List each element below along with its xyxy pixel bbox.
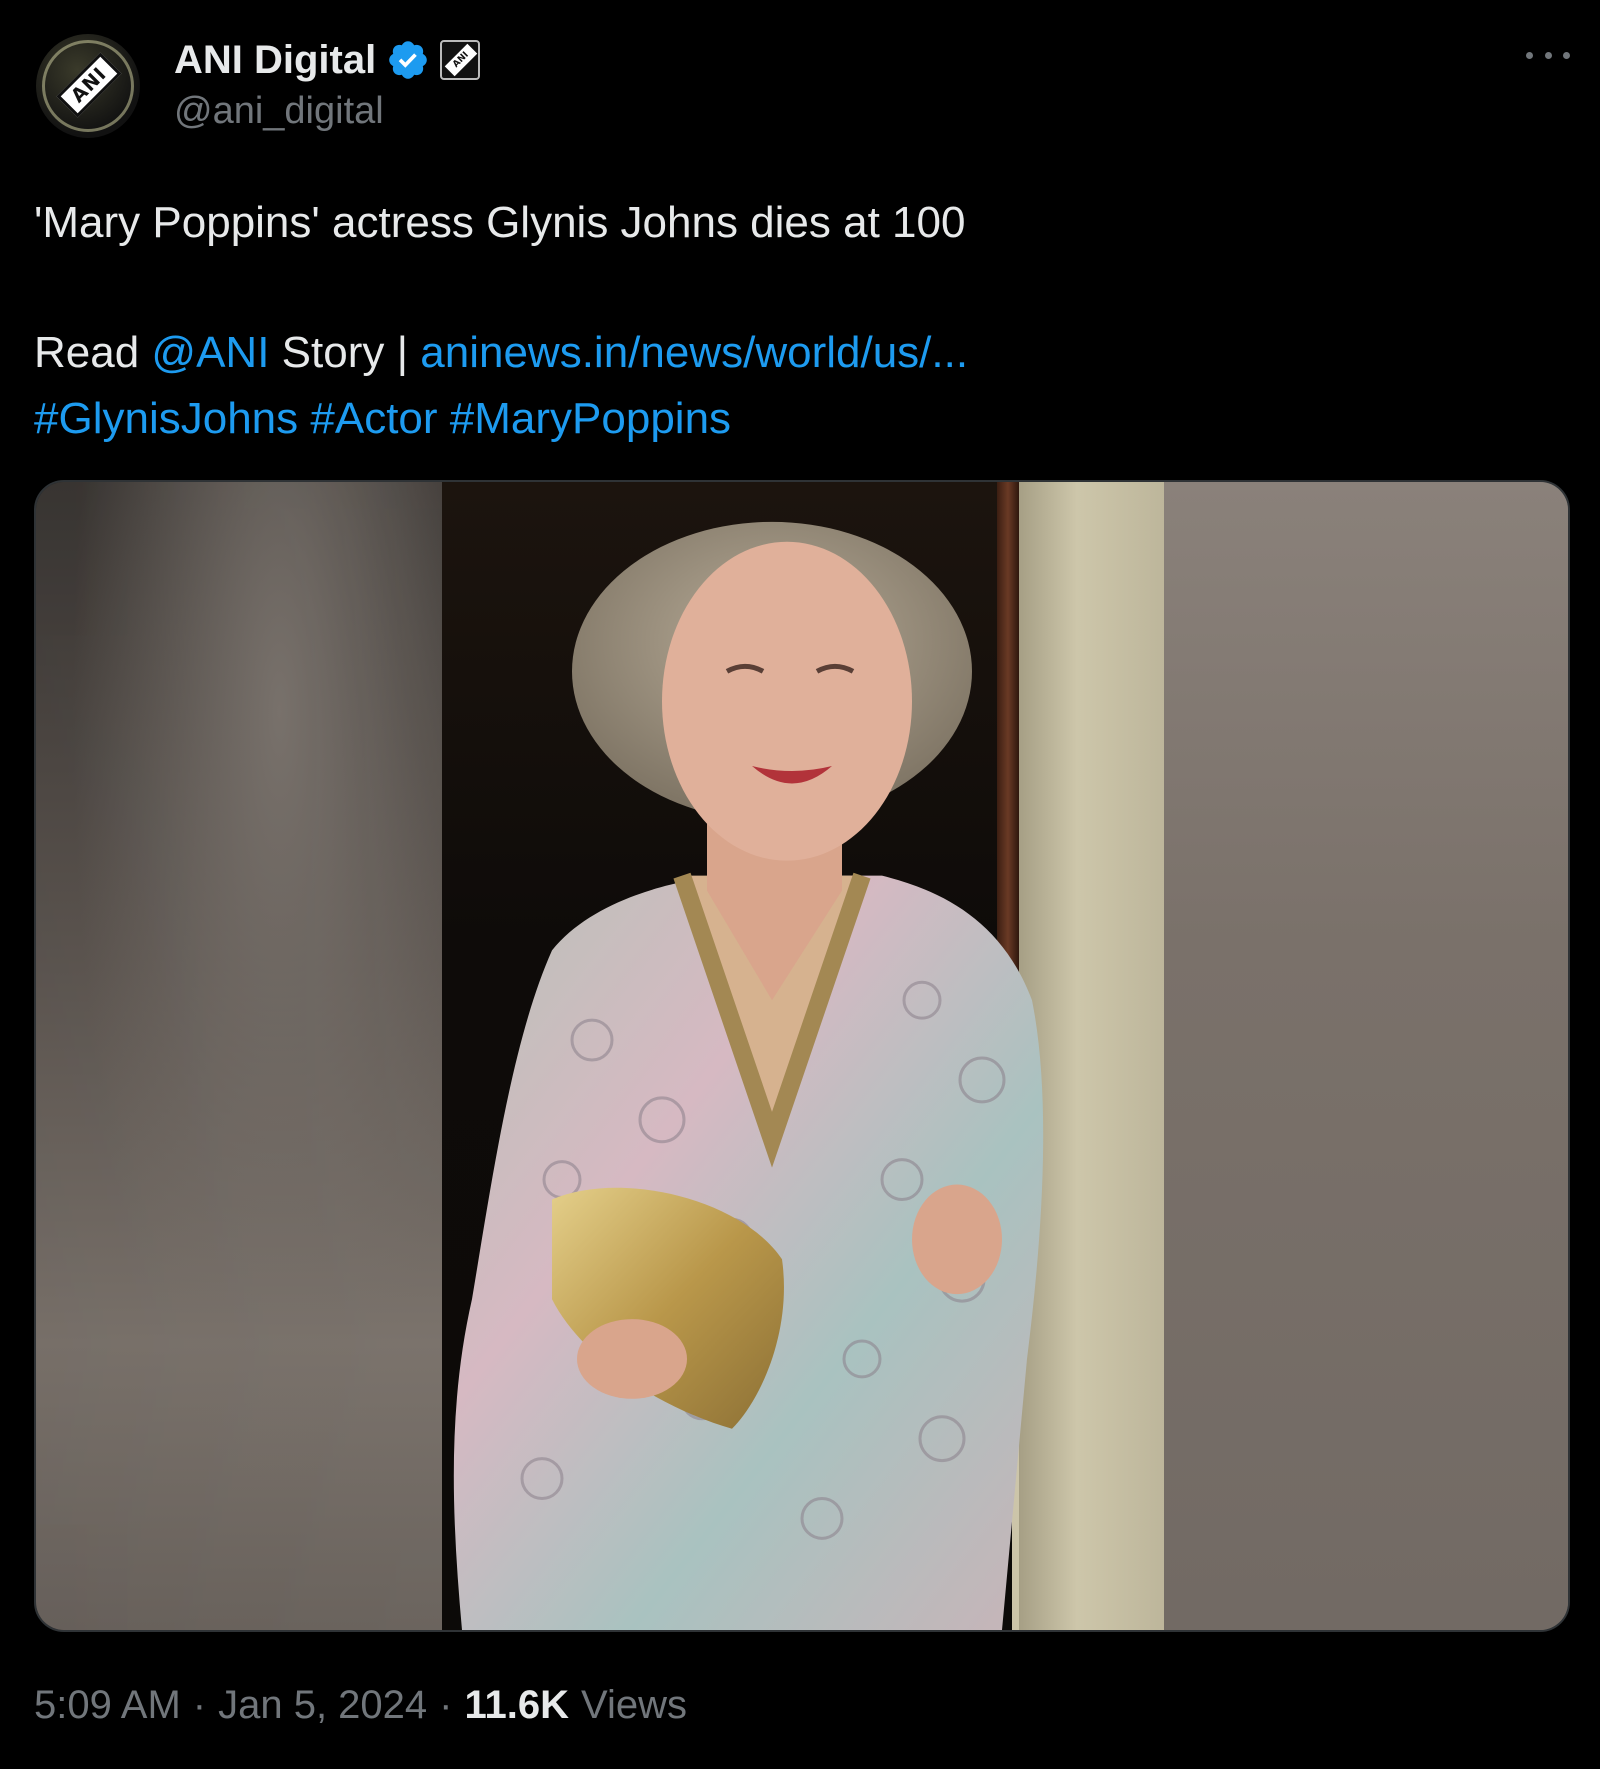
affiliate-badge-text: ANI [444, 43, 478, 77]
display-name[interactable]: ANI Digital [174, 38, 376, 83]
more-options-icon[interactable] [1526, 40, 1570, 70]
author-name-row: ANI Digital ANI [174, 36, 481, 84]
views-count: 11.6K [464, 1682, 570, 1727]
author-handle[interactable]: @ani_digital [174, 90, 384, 133]
tweet-date[interactable]: Jan 5, 2024 [218, 1683, 427, 1728]
tweet-time[interactable]: 5:09 AM [34, 1683, 181, 1728]
tweet-read-line: Read @ANI Story | aninews.in/news/world/… [34, 320, 1554, 386]
read-word: Read [34, 328, 140, 377]
hashtag-link[interactable]: #GlynisJohns [34, 394, 298, 443]
avatar[interactable]: ANI [36, 34, 140, 138]
meta-separator: · [192, 1682, 207, 1727]
hashtag-link[interactable]: #Actor [310, 394, 437, 443]
tweet-meta: 5:09 AM · Jan 5, 2024 · 11.6K Views [34, 1680, 687, 1730]
media-blur-left [36, 482, 442, 1630]
tweet-headline: 'Mary Poppins' actress Glynis Johns dies… [34, 198, 966, 247]
meta-separator: · [439, 1682, 453, 1727]
tweet-media[interactable] [34, 480, 1570, 1632]
mention-link[interactable]: @ANI [151, 328, 269, 377]
photo-woman-figure [453, 521, 1044, 1630]
verified-badge-icon [389, 41, 428, 79]
views-label: Views [581, 1682, 687, 1727]
hashtag-line: #GlynisJohns #Actor #MaryPoppins [34, 386, 1554, 452]
affiliate-badge-icon[interactable]: ANI [440, 40, 481, 80]
tweet-text: 'Mary Poppins' actress Glynis Johns dies… [34, 190, 1554, 452]
media-blur-right [1162, 482, 1568, 1630]
article-link[interactable]: aninews.in/news/world/us/... [420, 328, 968, 377]
media-photo [442, 482, 1164, 1630]
hashtag-link[interactable]: #MaryPoppins [450, 394, 731, 443]
story-word: Story | [281, 328, 409, 377]
